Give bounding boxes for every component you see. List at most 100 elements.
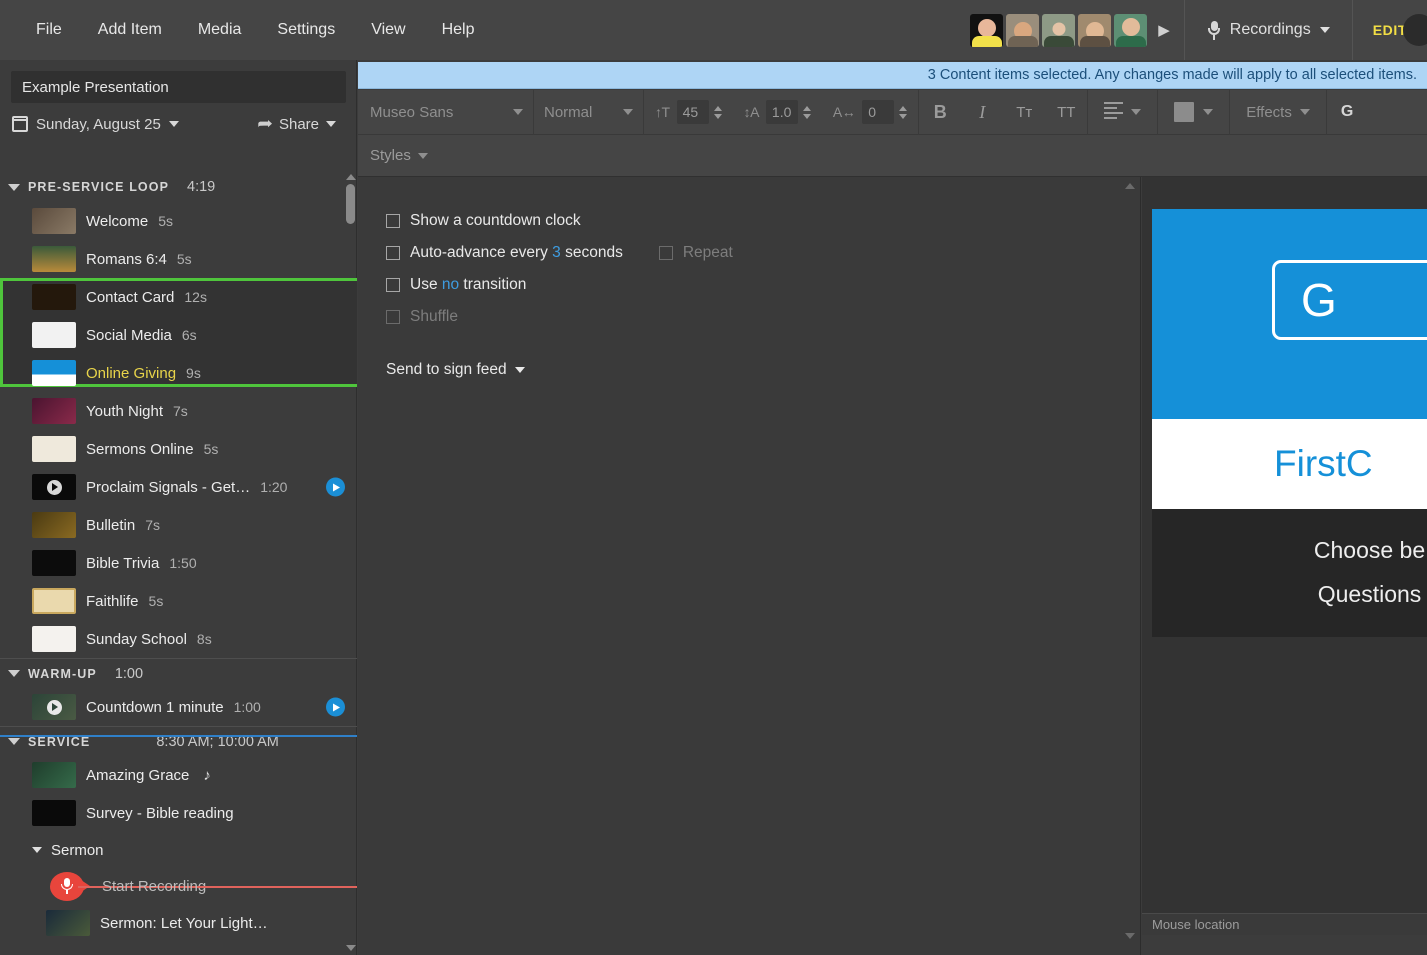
font-size-stepper[interactable]	[713, 105, 722, 119]
text-style-buttons: B I Tᴛ TT	[918, 89, 1089, 135]
list-item[interactable]: Survey - Bible reading	[0, 794, 357, 832]
font-weight-value: Normal	[544, 103, 593, 121]
list-item[interactable]: Proclaim Signals - Get… 1:20	[0, 468, 357, 506]
font-family-dropdown[interactable]: Museo Sans	[358, 89, 534, 135]
option-transition[interactable]: Use no transition	[358, 269, 1140, 301]
avatar[interactable]	[970, 13, 1004, 47]
menu-add-item[interactable]: Add Item	[80, 13, 180, 47]
item-duration: 9s	[186, 365, 201, 381]
scroll-down-icon[interactable]	[346, 945, 356, 951]
list-item[interactable]: Sermons Online 5s	[0, 430, 357, 468]
item-label: Bible Trivia	[86, 554, 160, 572]
menu-file[interactable]: File	[18, 13, 80, 47]
line-height-value[interactable]: 1.0	[765, 100, 798, 124]
item-thumbnail	[32, 246, 76, 272]
text-color-dropdown[interactable]	[1158, 89, 1231, 135]
menu-help[interactable]: Help	[424, 13, 493, 47]
start-recording-row[interactable]: Start Recording	[0, 868, 357, 904]
small-caps-button[interactable]: Tᴛ	[1003, 104, 1045, 121]
share-button[interactable]: ➦ Share	[257, 114, 344, 134]
group-header-pre-service-loop[interactable]: PRE-SERVICE LOOP 4:19	[0, 172, 357, 202]
menu-media[interactable]: Media	[180, 13, 260, 47]
group-button[interactable]: G	[1327, 90, 1367, 135]
item-label: Countdown 1 minute	[86, 698, 224, 716]
list-item[interactable]: Sunday School 8s	[0, 620, 357, 658]
option-auto-advance[interactable]: Auto-advance every 3 seconds Repeat	[358, 237, 1140, 269]
slide-site-text: FirstC	[1274, 443, 1373, 484]
line-height-stepper[interactable]	[802, 105, 811, 119]
list-item[interactable]: Online Giving 9s	[0, 354, 357, 392]
styles-dropdown[interactable]: Styles	[370, 147, 428, 164]
group-header-sermon[interactable]: Sermon	[0, 832, 357, 868]
list-item[interactable]: Bible Trivia 1:50	[0, 544, 357, 582]
play-icon[interactable]	[326, 697, 345, 717]
list-item[interactable]: Bulletin 7s	[0, 506, 357, 544]
italic-button[interactable]: I	[961, 102, 1003, 123]
scroll-down-icon[interactable]	[1125, 933, 1135, 939]
font-size-value[interactable]: 45	[676, 100, 709, 124]
item-label: Bulletin	[86, 516, 136, 534]
list-item[interactable]: Youth Night 7s	[0, 392, 357, 430]
service-item-list[interactable]: PRE-SERVICE LOOP 4:19 Welcome 5s Romans …	[0, 172, 357, 955]
text-align-dropdown[interactable]	[1088, 89, 1159, 135]
scroll-up-icon[interactable]	[1125, 183, 1135, 189]
item-thumbnail	[32, 800, 76, 826]
list-item[interactable]: Social Media 6s	[0, 316, 357, 354]
play-icon[interactable]	[326, 477, 345, 497]
transition-type-value[interactable]: no	[442, 276, 459, 293]
font-weight-dropdown[interactable]: Normal	[534, 89, 644, 135]
letter-spacing-control[interactable]: A↔ 0	[822, 90, 918, 135]
menu-settings[interactable]: Settings	[259, 13, 353, 47]
give-button-graphic: G	[1272, 260, 1427, 340]
all-caps-button[interactable]: TT	[1045, 104, 1087, 121]
list-item[interactable]: Countdown 1 minute 1:00	[0, 688, 357, 726]
avatar[interactable]	[1042, 13, 1076, 47]
main-scrollbar[interactable]	[1122, 181, 1136, 951]
option-countdown-clock[interactable]: Show a countdown clock	[358, 205, 1140, 237]
transition-checkbox[interactable]	[386, 278, 400, 292]
scroll-up-icon[interactable]	[346, 174, 356, 180]
list-item[interactable]: Contact Card 12s	[0, 278, 357, 316]
shuffle-checkbox[interactable]	[386, 310, 400, 324]
list-item[interactable]: Romans 6:4 5s	[0, 240, 357, 278]
group-header-service[interactable]: SERVICE 8:30 AM; 10:00 AM	[0, 726, 357, 756]
scrollbar-thumb[interactable]	[346, 184, 355, 224]
menu-view[interactable]: View	[353, 13, 423, 47]
chevron-down-icon	[8, 670, 20, 677]
letter-spacing-stepper[interactable]	[899, 105, 908, 119]
item-duration: 7s	[145, 517, 160, 533]
effects-dropdown[interactable]: Effects	[1230, 89, 1327, 135]
option-shuffle[interactable]: Shuffle	[358, 301, 1140, 333]
avatar[interactable]	[1078, 13, 1112, 47]
bold-button[interactable]: B	[919, 102, 961, 123]
item-duration: 7s	[173, 403, 188, 419]
option-repeat[interactable]: Repeat	[658, 244, 733, 262]
recordings-label: Recordings	[1229, 21, 1311, 38]
list-item[interactable]: Faithlife 5s	[0, 582, 357, 620]
font-size-control[interactable]: ↑T 45	[644, 90, 733, 135]
avatar[interactable]	[1006, 13, 1040, 47]
date-selector[interactable]: Sunday, August 25	[12, 116, 179, 133]
recordings-button[interactable]: Recordings	[1185, 0, 1352, 60]
auto-advance-seconds-value[interactable]: 3	[552, 244, 561, 261]
group-header-warm-up[interactable]: WARM-UP 1:00	[0, 658, 357, 688]
avatar-circle-button[interactable]	[1403, 14, 1427, 46]
item-label: Youth Night	[86, 402, 164, 420]
countdown-clock-checkbox[interactable]	[386, 214, 400, 228]
repeat-checkbox[interactable]	[658, 246, 673, 260]
item-thumbnail-video	[32, 474, 76, 500]
styles-bar: Styles	[358, 135, 1427, 177]
list-item[interactable]: Sermon: Let Your Light…	[0, 904, 357, 942]
repeat-label: Repeat	[682, 244, 733, 261]
presentation-title-input[interactable]: Example Presentation	[11, 71, 346, 103]
auto-advance-checkbox[interactable]	[386, 246, 400, 260]
letter-spacing-value[interactable]: 0	[862, 100, 895, 124]
list-item[interactable]: Welcome 5s	[0, 202, 357, 240]
slide-preview[interactable]: G FirstC Choose be Questions	[1152, 209, 1427, 637]
avatars-next-icon[interactable]: ▶	[1150, 21, 1178, 39]
send-to-sign-feed-dropdown[interactable]: Send to sign feed	[358, 361, 1140, 379]
line-height-control[interactable]: ↕A 1.0	[733, 90, 822, 135]
avatar[interactable]	[1114, 13, 1148, 47]
sidebar-scrollbar[interactable]	[344, 172, 356, 955]
list-item[interactable]: Amazing Grace ♪	[0, 756, 357, 794]
